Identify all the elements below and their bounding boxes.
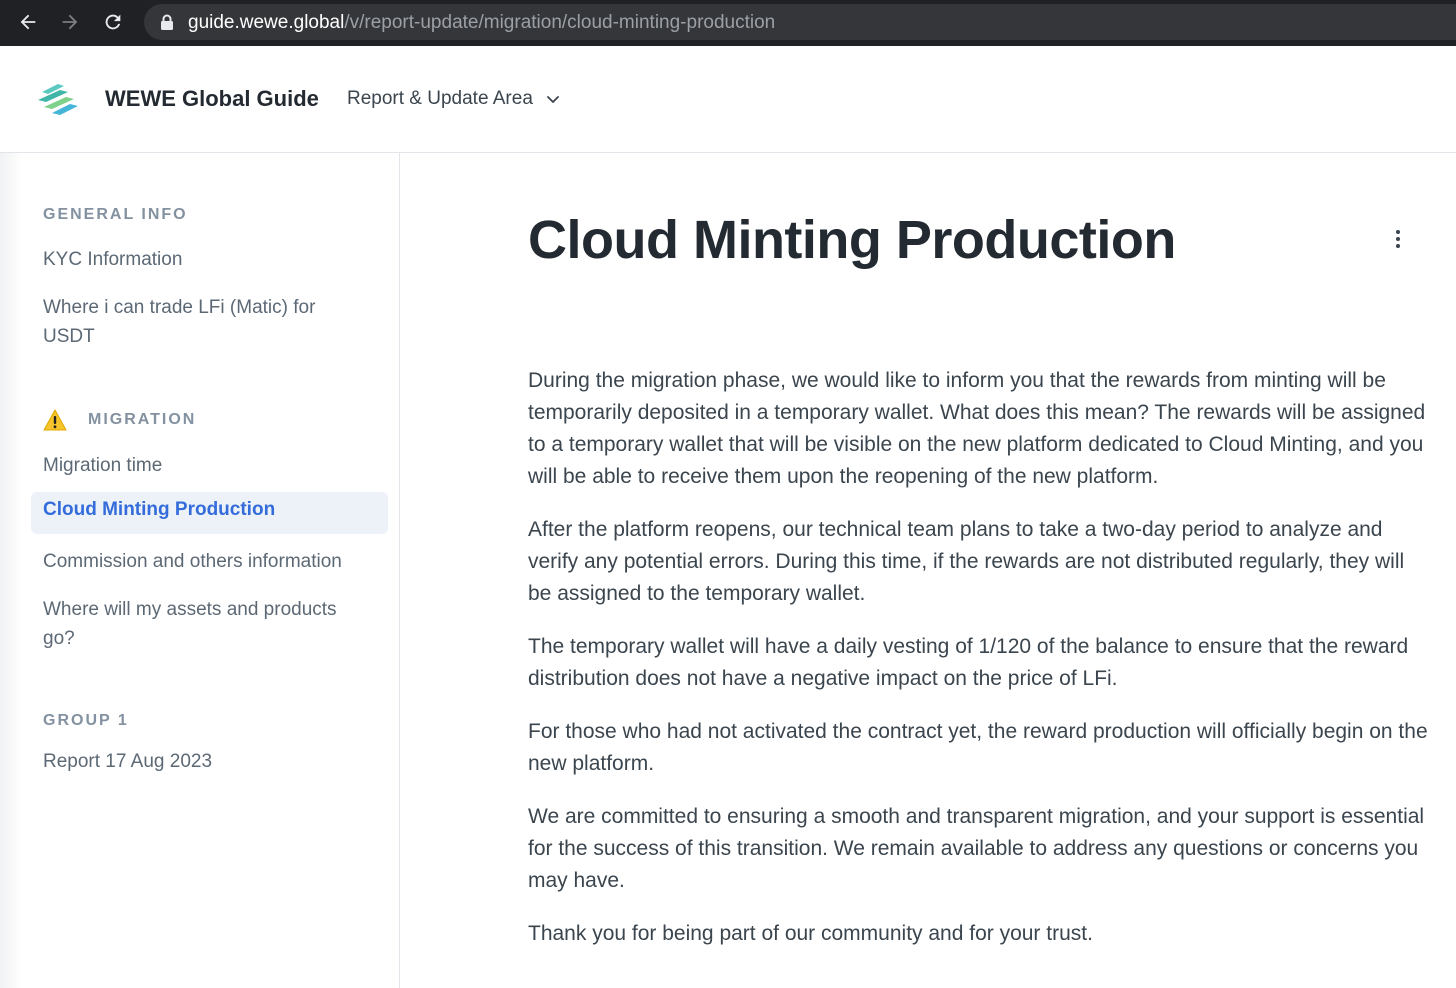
section-label-general-info: GENERAL INFO [43, 206, 188, 223]
url-text: guide.wewe.global/v/report-update/migrat… [188, 12, 775, 34]
back-button[interactable] [17, 11, 39, 33]
sidebar: GENERAL INFO KYC Information Where i can… [0, 153, 400, 988]
site-header: WEWE Global Guide Report & Update Area [0, 46, 1456, 153]
browser-toolbar: guide.wewe.global/v/report-update/migrat… [0, 0, 1456, 46]
paragraph: The temporary wallet will have a daily v… [528, 635, 1409, 690]
paragraph: After the platform reopens, our technica… [528, 518, 1405, 605]
page-title: Cloud Minting Production [528, 210, 1176, 270]
arrow-right-icon [62, 14, 78, 30]
lock-icon [161, 14, 173, 30]
page-body: During the migration phase, we would lik… [528, 365, 1428, 971]
reload-button[interactable] [102, 11, 124, 33]
reload-icon [105, 14, 121, 30]
url-host: guide.wewe.global [188, 12, 345, 33]
section-label-migration: MIGRATION [88, 411, 197, 428]
space-selector-label: Report & Update Area [347, 88, 533, 109]
more-options-icon[interactable] [1390, 227, 1406, 251]
section-label-group-1: GROUP 1 [43, 712, 129, 729]
site-title[interactable]: WEWE Global Guide [105, 86, 319, 112]
paragraph: During the migration phase, we would lik… [528, 369, 1426, 488]
url-path: /v/report-update/migration/cloud-minting… [344, 12, 776, 33]
sidebar-item-kyc-information[interactable]: KYC Information [43, 245, 363, 274]
sidebar-item-migration-time[interactable]: Migration time [43, 451, 363, 480]
sidebar-item-assets-products[interactable]: Where will my assets and products go? [43, 595, 363, 653]
space-selector[interactable]: Report & Update Area [347, 88, 561, 110]
arrow-left-icon [20, 14, 36, 30]
forward-button[interactable] [59, 11, 81, 33]
sidebar-item-report-17-aug[interactable]: Report 17 Aug 2023 [43, 747, 363, 776]
paragraph: For those who had not activated the cont… [528, 720, 1428, 775]
wewe-logo-icon[interactable] [36, 82, 80, 116]
main-content: Cloud Minting Production During the migr… [400, 153, 1456, 988]
address-bar[interactable]: guide.wewe.global/v/report-update/migrat… [144, 4, 1456, 40]
warning-icon [43, 409, 67, 431]
sidebar-item-cloud-minting-production[interactable]: Cloud Minting Production [31, 492, 388, 534]
sidebar-item-trade-lfi[interactable]: Where i can trade LFi (Matic) for USDT [43, 293, 363, 351]
chevron-down-icon [546, 96, 559, 103]
paragraph: Thank you for being part of our communit… [528, 922, 1093, 945]
sidebar-item-commission[interactable]: Commission and others information [43, 547, 363, 576]
sidebar-item-label: Cloud Minting Production [43, 499, 276, 520]
paragraph: We are committed to ensuring a smooth an… [528, 805, 1425, 892]
